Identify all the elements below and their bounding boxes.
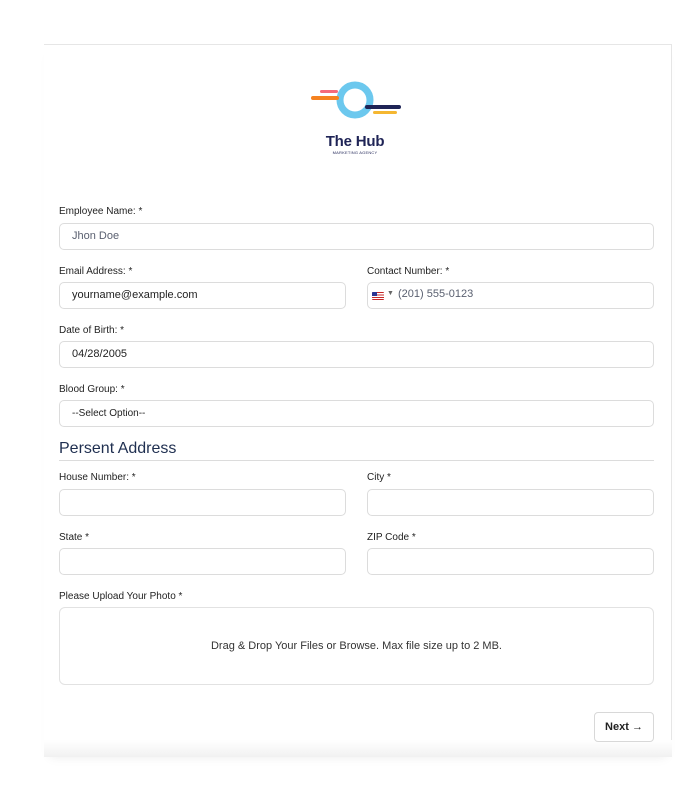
us-flag-icon[interactable] xyxy=(372,292,384,300)
section-divider xyxy=(59,460,654,461)
brand-logo: The Hub MARKETING AGENCY xyxy=(305,78,405,158)
photo-label: Please Upload Your Photo * xyxy=(59,591,183,602)
next-button[interactable]: Next → xyxy=(594,712,654,742)
hub-logo-icon xyxy=(311,81,401,119)
city-label: City * xyxy=(367,472,391,483)
brand-tagline: MARKETING AGENCY xyxy=(332,150,378,155)
chevron-down-icon[interactable]: ▼ xyxy=(387,290,394,297)
house-number-label: House Number: * xyxy=(59,472,136,483)
zip-label: ZIP Code * xyxy=(367,532,416,543)
state-label: State * xyxy=(59,532,90,543)
photo-dropzone[interactable]: Drag & Drop Your Files or Browse. Max fi… xyxy=(59,607,654,685)
email-field[interactable]: yourname@example.com xyxy=(59,282,346,309)
blood-group-label: Blood Group: * xyxy=(59,384,125,395)
email-label: Email Address: * xyxy=(59,266,133,277)
house-number-field[interactable] xyxy=(59,489,346,516)
dob-field[interactable]: 04/28/2005 xyxy=(59,341,654,368)
card-shadow xyxy=(44,740,672,757)
address-section-title: Persent Address xyxy=(59,440,177,457)
blood-group-select[interactable]: --Select Option-- xyxy=(59,400,654,427)
brand-name: The Hub xyxy=(325,133,385,150)
dob-label: Date of Birth: * xyxy=(59,325,125,336)
contact-number-value: (201) 555-0123 xyxy=(398,288,474,300)
contact-label: Contact Number: * xyxy=(367,266,450,277)
zip-field[interactable] xyxy=(367,548,654,575)
employee-name-field[interactable]: Jhon Doe xyxy=(59,223,654,250)
city-field[interactable] xyxy=(367,489,654,516)
state-field[interactable] xyxy=(59,548,346,575)
employee-name-label: Employee Name: * xyxy=(59,206,143,217)
dropzone-text: Drag & Drop Your Files or Browse. Max fi… xyxy=(210,640,502,652)
